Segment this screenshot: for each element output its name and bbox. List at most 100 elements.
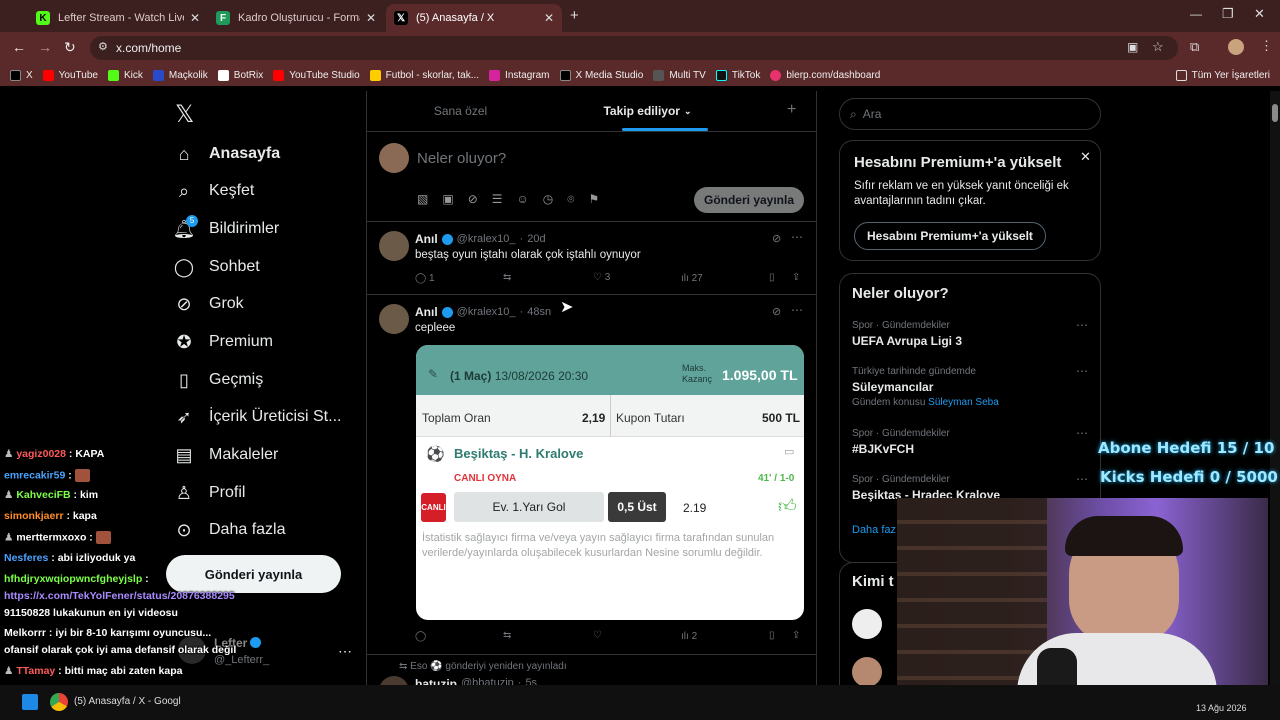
tab-lefter-stream[interactable]: K Lefter Stream - Watch Live on K ✕ [28,4,208,32]
trend-item[interactable]: Spor · Gündemdekiler #BJKvFCH [852,428,950,456]
bookmark-tweet-icon[interactable]: ▯ [769,630,775,641]
minimize-icon[interactable]: — [1190,7,1202,21]
location-icon[interactable]: ⌾ [567,192,574,207]
site-info-icon[interactable]: ⚙ [98,40,108,53]
back-icon[interactable]: ← [12,39,26,55]
reload-icon[interactable]: ↻ [64,39,76,56]
views-button[interactable]: ılı 27 [681,273,703,284]
bookmark-tweet-icon[interactable]: ▯ [769,272,775,283]
bookmark-botrix[interactable]: BotRix [217,69,263,81]
grok-icon[interactable]: ⊘ [772,305,781,318]
close-tab-icon[interactable]: ✕ [190,11,200,25]
close-icon[interactable]: ✕ [1080,149,1091,165]
tab-kadro[interactable]: F Kadro Oluşturucu - Formasyonl ✕ [208,4,384,32]
nav-grok[interactable]: ⊘ Grok [173,293,243,315]
bet-slip-image[interactable]: ✎ (1 Maç) 13/08/2026 20:30 Maks. Kazanç 1… [416,345,804,620]
restore-icon[interactable]: ❐ [1222,6,1234,22]
search-input[interactable]: ⌕ Ara [839,98,1101,130]
flag-icon[interactable]: ⚑ [588,192,599,207]
bookmark-multi-tv[interactable]: Multi TV [653,69,706,81]
nav-chat[interactable]: ◯ Sohbet [173,256,260,278]
like-button[interactable]: ♡ 3 [593,272,610,283]
menu-dots-icon[interactable]: ⋮ [1260,38,1273,54]
bookmark-star-icon[interactable]: ☆ [1152,39,1164,55]
share-icon[interactable]: ⇪ [792,630,800,641]
tab-anasayfa-x[interactable]: 𝕏 (5) Anasayfa / X ✕ [386,4,562,32]
trend-item[interactable]: Türkiye tarihinde gündemde Süleymancılar G… [852,366,999,408]
tab-following[interactable]: Takip ediliyor ⌄ [554,91,741,131]
suggested-avatar[interactable] [852,609,882,639]
add-tab-icon[interactable]: + [787,101,796,119]
bookmark-kick[interactable]: Kick [107,69,143,81]
poll-icon[interactable]: ☰ [492,192,503,207]
trend-more-icon[interactable]: ⋯ [1076,318,1088,332]
nav-more[interactable]: ⊙ Daha fazla [173,519,285,541]
premium-upgrade-button[interactable]: Hesabını Premium+'a yükselt [854,222,1046,250]
bookmark-x-media-studio[interactable]: X Media Studio [559,69,643,81]
nav-articles[interactable]: ▤ Makaleler [173,444,278,466]
more-circle-icon: ⊙ [176,519,192,540]
taskbar-window-title[interactable]: (5) Anasayfa / X - Googl [74,696,181,707]
divider [610,395,611,437]
bookmark-mackolik[interactable]: Maçkolik [152,69,208,81]
tweet-more-icon[interactable]: ⋯ [791,230,803,244]
bookmark-youtube[interactable]: YouTube [42,69,98,81]
all-bookmarks[interactable]: Tüm Yer İşaretleri [1175,69,1270,81]
kicks-goal: Kicks Hedefi 0 / 5000 [1100,468,1278,486]
schedule-icon[interactable]: ◷ [543,192,553,207]
nav-home[interactable]: ⌂ Anasayfa [173,143,281,165]
forward-icon[interactable]: → [38,39,52,55]
scrollbar-thumb[interactable] [1272,104,1278,122]
trend-more-icon[interactable]: ⋯ [1076,472,1088,486]
post-button[interactable]: Gönderi yayınla [166,555,341,593]
grok-icon[interactable]: ⊘ [772,232,781,245]
like-button[interactable]: ♡ [593,630,602,641]
show-more-link[interactable]: Daha faz [852,524,896,536]
image-icon[interactable]: ▧ [417,192,428,207]
x-logo-icon[interactable]: 𝕏 [175,100,194,129]
bookmark-youtube-studio[interactable]: YouTube Studio [273,69,360,81]
chrome-taskbar-icon[interactable] [50,693,68,711]
close-tab-icon[interactable]: ✕ [544,11,554,25]
tab-for-you[interactable]: Sana özel [367,91,554,131]
scrollbar[interactable] [1270,91,1280,685]
reply-button[interactable]: ◯ [415,631,426,642]
profile-avatar-icon[interactable] [1228,39,1244,55]
tweet-more-icon[interactable]: ⋯ [791,303,803,317]
retweet-button[interactable]: ⇆ [503,630,511,641]
close-tab-icon[interactable]: ✕ [366,11,376,25]
nav-explore[interactable]: ⌕ Keşfet [173,180,254,202]
account-menu-dots-icon[interactable]: ⋯ [338,643,352,660]
nav-history[interactable]: ▯ Geçmiş [173,369,263,391]
windows-start-icon[interactable] [22,694,38,710]
tweet-avatar[interactable] [379,231,409,261]
trend-more-icon[interactable]: ⋯ [1076,364,1088,378]
tweet-avatar[interactable] [379,304,409,334]
bookmark-x[interactable]: X [10,69,33,81]
views-button[interactable]: ılı 2 [681,631,697,642]
new-tab-icon[interactable]: + [570,7,579,24]
address-bar[interactable]: ⚙ x.com/home [90,36,1178,60]
share-icon[interactable]: ⇪ [792,272,800,283]
extensions-icon[interactable]: ⧉ [1190,39,1199,55]
suggested-avatar[interactable] [852,657,882,687]
composer-post-button[interactable]: Gönderi yayınla [694,187,804,213]
gif-icon[interactable]: ▣ [442,192,453,207]
emoji-icon[interactable]: ☺ [517,192,529,207]
composer-input[interactable]: Neler oluyor? [417,150,506,167]
trend-more-icon[interactable]: ⋯ [1076,426,1088,440]
bookmark-tiktok[interactable]: TikTok [715,69,760,81]
reply-button[interactable]: ◯ 1 [415,273,435,284]
trend-item[interactable]: Spor · Gündemdekiler UEFA Avrupa Ligi 3 [852,320,962,348]
chat-message: emrecakir59 : [4,469,90,482]
nav-premium[interactable]: ✪ Premium [173,331,273,353]
cast-icon[interactable]: ▣ [1127,40,1138,54]
grok-icon[interactable]: ⊘ [468,192,478,207]
bookmark-instagram[interactable]: Instagram [489,69,550,81]
window-close-icon[interactable]: ✕ [1254,6,1265,22]
bookmark-futbol[interactable]: Futbol - skorlar, tak... [369,69,479,81]
retweet-button[interactable]: ⇆ [503,272,511,283]
bookmark-blerp[interactable]: blerp.com/dashboard [770,69,880,81]
nav-profile[interactable]: ♙ Profil [173,482,246,504]
nav-creator-studio[interactable]: ➶ İçerik Üreticisi St... [173,406,341,428]
